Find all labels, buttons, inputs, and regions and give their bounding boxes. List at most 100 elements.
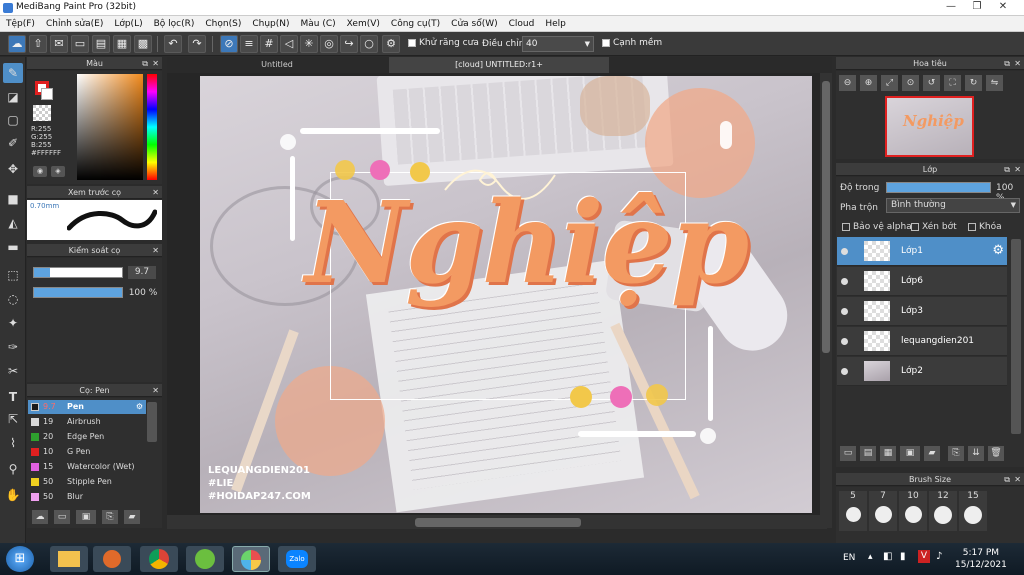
horizontal-scroll-thumb[interactable] [415,518,581,527]
new-file-icon[interactable]: ▭ [71,35,89,53]
eye-icon[interactable] [841,278,848,285]
file-explorer-icon[interactable] [50,546,88,572]
layer-row[interactable]: Lớp3 [837,297,1007,326]
blend-mode-select[interactable]: Bình thường ▼ [886,198,1020,213]
dot-tool-icon[interactable]: ▢ [3,110,23,130]
size-preset[interactable]: 5 [839,491,867,531]
media-player-icon[interactable] [93,546,131,572]
vertical-scroll-thumb[interactable] [822,81,830,353]
layer-row[interactable]: Lớp1 ⚙ [837,237,1007,266]
new-halftone-layer-icon[interactable]: ▤ [860,446,876,461]
zalo-icon[interactable]: Zalo [278,546,316,572]
undo-icon[interactable]: ↶ [164,35,182,53]
menu-snap[interactable]: Chụp(N) [252,16,289,32]
horizontal-scrollbar[interactable] [167,515,827,529]
redo-icon[interactable]: ↷ [188,35,206,53]
snap-settings-icon[interactable]: ⚙ [382,35,400,53]
size-preset[interactable]: 7 [869,491,897,531]
hand-tool-icon[interactable]: ✋ [3,485,23,505]
comment-icon[interactable]: ✉ [50,35,68,53]
gear-icon[interactable]: ⚙ [992,243,1004,258]
soft-edge-checkbox[interactable] [602,39,610,47]
network-icon[interactable]: ▮ [900,551,906,562]
eyedropper-icon[interactable]: ⌇ [3,433,23,453]
layer-row[interactable]: Lớp2 [837,357,1007,386]
lasso-tool-icon[interactable]: ◌ [3,289,23,309]
maximize-button[interactable]: ❐ [966,0,988,15]
size-preset[interactable]: 12 [929,491,957,531]
menu-edit[interactable]: Chỉnh sửa(E) [46,16,103,32]
navigator-thumbnail[interactable]: Nghiệp [885,96,974,157]
zoom-in-icon[interactable]: ⊕ [860,75,877,91]
menu-file[interactable]: Tệp(F) [6,16,35,32]
select-pen-icon[interactable]: ✑ [3,337,23,357]
coccoc-icon[interactable] [186,546,224,572]
size-preset[interactable]: 15 [959,491,987,531]
merge-layer-icon[interactable]: ⇊ [968,446,984,461]
antialias-checkbox[interactable] [408,39,416,47]
float-icon[interactable]: ⧉ [1004,57,1010,70]
delete-layer-icon[interactable]: 🗑 [988,446,1004,461]
close-panel-icon[interactable]: ✕ [1014,57,1021,70]
close-panel-icon[interactable]: ✕ [152,186,159,199]
eye-icon[interactable] [841,248,848,255]
close-panel-icon[interactable]: ✕ [152,244,159,257]
brush-item[interactable]: 10 G Pen [28,445,146,459]
close-button[interactable]: ✕ [992,0,1014,15]
correction-select[interactable]: 40 ▼ [522,36,594,52]
brush-item[interactable]: 9.7 Pen ⚙ [28,400,146,414]
select-tool-icon[interactable]: ⬚ [3,265,23,285]
new-brush-icon[interactable]: ▭ [54,510,70,524]
pen-tool-icon[interactable]: ✐ [3,133,23,153]
folder-icon[interactable]: ▰ [924,446,940,461]
ellipse-snap-icon[interactable]: ○ [360,35,378,53]
menu-window[interactable]: Cửa sổ(W) [451,16,497,32]
copy-brush-icon[interactable]: ⎘ [102,510,118,524]
size-preset[interactable]: 10 [899,491,927,531]
medibang-icon[interactable] [232,546,270,572]
magic-wand-icon[interactable]: ✦ [3,313,23,333]
layer-row[interactable]: lequangdien201 [837,327,1007,356]
snap-off-icon[interactable]: ⊘ [220,35,238,53]
clipping-checkbox[interactable] [911,223,919,231]
add-brush-icon[interactable]: ▣ [76,510,96,524]
save-icon[interactable]: ▤ [92,35,110,53]
close-panel-icon[interactable]: ✕ [152,384,159,397]
tab-cloud-untitled[interactable]: [cloud] UNTITLED:r1+ [389,57,609,73]
brush-item[interactable]: 19 Airbrush [28,415,146,429]
menu-layer[interactable]: Lớp(L) [114,16,142,32]
gear-icon[interactable]: ⚙ [136,400,143,414]
menu-view[interactable]: Xem(V) [347,16,380,32]
float-icon[interactable]: ⧉ [142,57,148,70]
duplicate-layer-icon[interactable]: ⎘ [948,446,964,461]
menu-color[interactable]: Màu (C) [301,16,336,32]
vietkey-icon[interactable]: V [918,550,930,563]
antialias-option[interactable]: Khử răng cưa [408,38,479,48]
menu-filter[interactable]: Bộ lọc(R) [154,16,195,32]
cross-snap-icon[interactable]: # [260,35,278,53]
tab-untitled[interactable]: Untitled [167,57,387,73]
rotate-left-icon[interactable]: ↺ [923,75,940,91]
brush-item[interactable]: 15 Watercolor (Wet) [28,460,146,474]
tray-app-icon[interactable]: ◧ [883,551,892,562]
folder-icon[interactable]: ▰ [124,510,140,524]
upload-icon[interactable]: ⇧ [29,35,47,53]
menu-cloud[interactable]: Cloud [509,16,535,32]
close-panel-icon[interactable]: ✕ [152,57,159,70]
circle-snap-icon[interactable]: ◎ [320,35,338,53]
tray-up-icon[interactable]: ▴ [868,552,873,562]
volume-icon[interactable]: ♪ [936,551,942,562]
operation-tool-icon[interactable]: ⇱ [3,409,23,429]
palette-icon[interactable]: ◈ [51,166,65,177]
gradient-tool-icon[interactable]: ▬ [3,237,23,257]
brush-list-scrollbar[interactable] [147,402,157,442]
clock[interactable]: 5:17 PM 15/12/2021 [955,547,1007,571]
eye-icon[interactable] [841,308,848,315]
language-indicator[interactable]: EN [843,553,855,563]
new-8bit-layer-icon[interactable]: ▦ [880,446,896,461]
fill-shape-icon[interactable]: ■ [3,189,23,209]
flip-icon[interactable]: ⇋ [986,75,1003,91]
fit-icon[interactable]: ⤢ [881,75,898,91]
add-layer-menu-icon[interactable]: ▣ [900,446,920,461]
minimize-button[interactable]: — [940,0,962,15]
